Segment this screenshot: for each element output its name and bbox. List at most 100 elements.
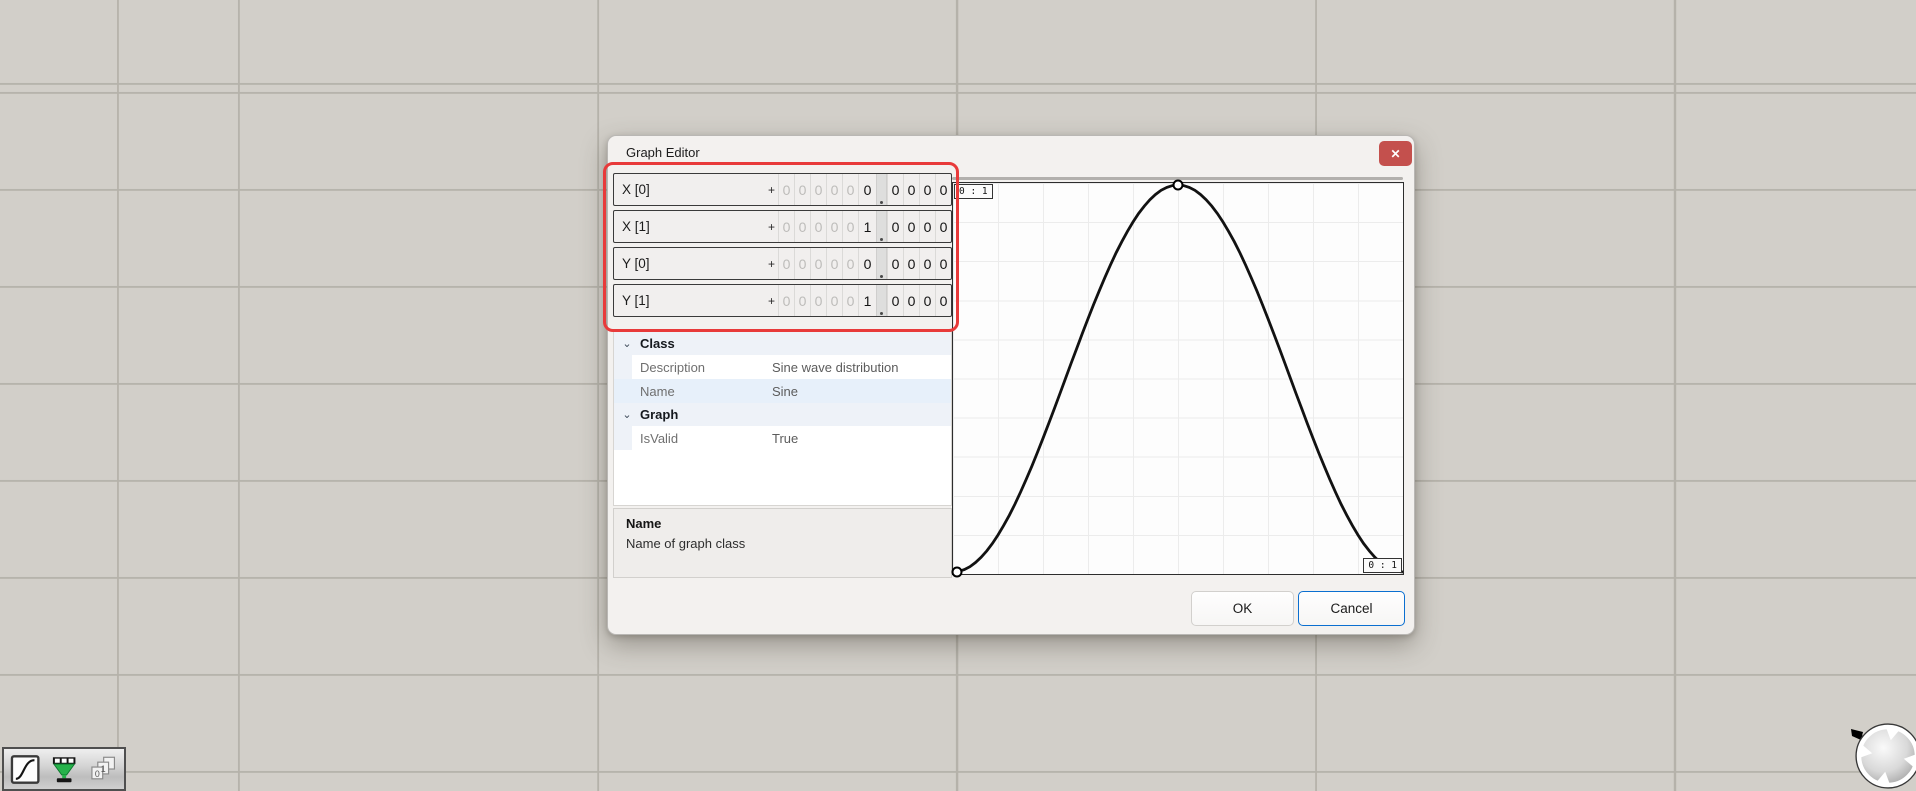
ghost-digit-cell[interactable]: 0 [810, 285, 826, 316]
ghost-digit-cell[interactable]: 0 [794, 285, 810, 316]
sign-cell[interactable]: + [765, 248, 778, 279]
units-digit-cell[interactable]: 0 [858, 248, 876, 279]
property-name: Description [632, 360, 772, 375]
decimal-digit-cell[interactable]: 0 [919, 174, 935, 205]
ghost-digit-cell[interactable]: 0 [794, 211, 810, 242]
decimal-digit-cell[interactable]: 0 [903, 248, 919, 279]
graph-mapper-icon[interactable] [10, 754, 40, 785]
ghost-digit-cell[interactable]: 0 [810, 174, 826, 205]
canvas-widget-toolbar: 1 0 [2, 747, 126, 791]
ghost-digit-cell[interactable]: 0 [842, 248, 858, 279]
decimal-digit-cell[interactable]: 0 [887, 248, 903, 279]
ghost-digit-cell[interactable]: 0 [810, 248, 826, 279]
decimal-separator [876, 285, 887, 316]
row-gutter [614, 355, 632, 379]
decimal-digit-cell[interactable]: 0 [887, 174, 903, 205]
decimal-digit-cell[interactable]: 0 [935, 285, 951, 316]
property-value: Sine wave distribution [772, 360, 951, 375]
ghost-digit-cell[interactable]: 0 [842, 285, 858, 316]
sine-curve[interactable] [953, 185, 1403, 572]
ghost-digit-cell[interactable]: 0 [842, 211, 858, 242]
digit-scroller-row[interactable]: X [1]+0000010000 [613, 210, 952, 243]
sign-cell[interactable]: + [765, 211, 778, 242]
category-label: Class [640, 336, 675, 351]
property-name: IsValid [632, 431, 772, 446]
graph-editor-dialog: Graph Editor ✕ X [0]+0000000000X [1]+000… [607, 135, 1415, 635]
decimal-digit-cell[interactable]: 0 [935, 174, 951, 205]
sign-cell[interactable]: + [765, 285, 778, 316]
ok-button[interactable]: OK [1191, 591, 1294, 626]
digit-rows: X [0]+0000000000X [1]+0000010000Y [0]+00… [613, 173, 952, 321]
digit-scroller-row[interactable]: X [0]+0000000000 [613, 173, 952, 206]
hopper-icon[interactable] [49, 754, 79, 785]
property-grid[interactable]: ⌄ClassDescriptionSine wave distributionN… [613, 331, 952, 506]
chevron-down-icon[interactable]: ⌄ [614, 337, 640, 350]
help-title: Name [626, 516, 939, 531]
digit-row-label: X [1] [614, 211, 765, 242]
help-description: Name of graph class [626, 536, 939, 551]
digit-cells: +0000010000 [765, 211, 951, 242]
graph-curve-svg [953, 183, 1403, 574]
decimal-digit-cell[interactable]: 0 [903, 285, 919, 316]
domain-label-top-left: 0 : 1 [954, 184, 993, 199]
decimal-digit-cell[interactable]: 0 [887, 285, 903, 316]
dialog-title: Graph Editor [626, 145, 700, 160]
decimal-digit-cell[interactable]: 0 [903, 211, 919, 242]
decimal-separator [876, 174, 887, 205]
row-gutter [614, 426, 632, 450]
property-value: True [772, 431, 951, 446]
help-panel: Name Name of graph class [613, 508, 952, 578]
curve-grip[interactable] [1174, 181, 1183, 190]
category-label: Graph [640, 407, 678, 422]
ghost-digit-cell[interactable]: 0 [778, 211, 794, 242]
units-digit-cell[interactable]: 1 [858, 285, 876, 316]
ghost-digit-cell[interactable]: 0 [778, 285, 794, 316]
digit-row-label: Y [1] [614, 285, 765, 316]
ghost-digit-cell[interactable]: 0 [826, 248, 842, 279]
cancel-button[interactable]: Cancel [1298, 591, 1405, 626]
decimal-digit-cell[interactable]: 0 [919, 211, 935, 242]
close-icon: ✕ [1390, 147, 1400, 161]
decimal-digit-cell[interactable]: 0 [887, 211, 903, 242]
property-row[interactable]: IsValidTrue [614, 426, 951, 450]
property-category-row[interactable]: ⌄Class [614, 332, 951, 355]
curve-grip[interactable] [953, 568, 962, 577]
ghost-digit-cell[interactable]: 0 [778, 174, 794, 205]
units-digit-cell[interactable]: 1 [858, 211, 876, 242]
svg-text:0: 0 [95, 768, 100, 778]
decimal-digit-cell[interactable]: 0 [935, 211, 951, 242]
sign-cell[interactable]: + [765, 174, 778, 205]
ghost-digit-cell[interactable]: 0 [794, 174, 810, 205]
ghost-digit-cell[interactable]: 0 [810, 211, 826, 242]
digit-cells: +0000000000 [765, 248, 951, 279]
ghost-digit-cell[interactable]: 0 [794, 248, 810, 279]
property-row[interactable]: NameSine [614, 379, 951, 403]
graph-plot[interactable]: 0 : 1 0 : 1 [952, 182, 1404, 575]
decimal-digit-cell[interactable]: 0 [919, 285, 935, 316]
digit-row-label: Y [0] [614, 248, 765, 279]
ghost-digit-cell[interactable]: 0 [842, 174, 858, 205]
property-value: Sine [772, 384, 951, 399]
decimal-digit-cell[interactable]: 0 [935, 248, 951, 279]
ghost-digit-cell[interactable]: 0 [826, 211, 842, 242]
number-cards-icon[interactable]: 1 0 [89, 754, 118, 785]
units-digit-cell[interactable]: 0 [858, 174, 876, 205]
property-row[interactable]: DescriptionSine wave distribution [614, 355, 951, 379]
close-button[interactable]: ✕ [1379, 141, 1412, 166]
property-name: Name [632, 384, 772, 399]
decimal-separator [876, 211, 887, 242]
decimal-digit-cell[interactable]: 0 [903, 174, 919, 205]
decimal-separator [876, 248, 887, 279]
chevron-down-icon[interactable]: ⌄ [614, 408, 640, 421]
grasshopper-canvas[interactable]: { "window": { "title": "Graph Editor", "… [0, 0, 1916, 785]
decimal-digit-cell[interactable]: 0 [919, 248, 935, 279]
digit-scroller-row[interactable]: Y [1]+0000010000 [613, 284, 952, 317]
ghost-digit-cell[interactable]: 0 [778, 248, 794, 279]
ghost-digit-cell[interactable]: 0 [826, 285, 842, 316]
domain-label-bottom-right: 0 : 1 [1363, 558, 1402, 573]
property-category-row[interactable]: ⌄Graph [614, 403, 951, 426]
digit-cells: +0000010000 [765, 285, 951, 316]
ghost-digit-cell[interactable]: 0 [826, 174, 842, 205]
digit-scroller-row[interactable]: Y [0]+0000000000 [613, 247, 952, 280]
canvas-compass-widget[interactable] [1851, 719, 1916, 791]
